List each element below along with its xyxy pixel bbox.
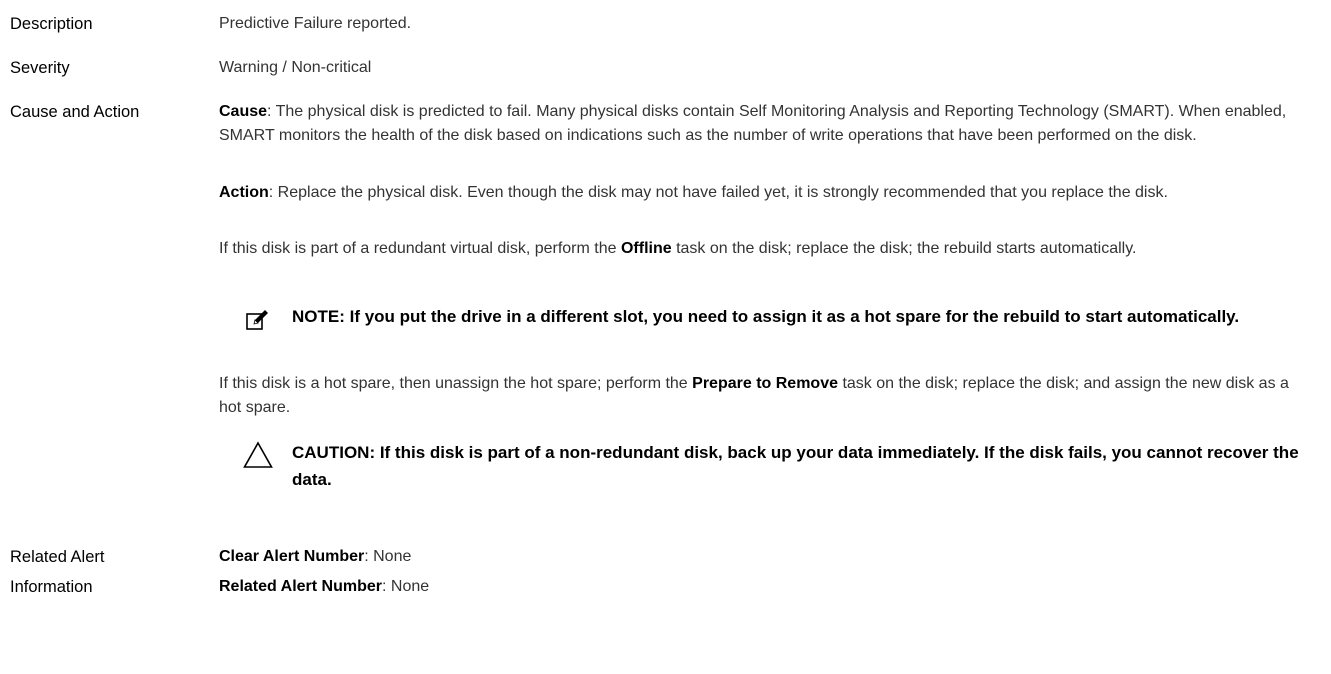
offline-term: Offline bbox=[620, 240, 672, 257]
redundant-pre: If this disk is part of a redundant virt… bbox=[219, 240, 621, 257]
clear-alert-line: Clear Alert Number: None bbox=[219, 545, 1319, 569]
redundant-post: task on the disk; replace the disk; the … bbox=[671, 240, 1137, 257]
description-value: Predictive Failure reported. bbox=[219, 15, 412, 32]
severity-value: Warning / Non-critical bbox=[219, 59, 372, 76]
cause-term: Cause bbox=[219, 103, 268, 120]
cause-text: : The physical disk is predicted to fail… bbox=[219, 103, 1287, 144]
action-term: Action bbox=[219, 184, 269, 201]
hotspare-pre: If this disk is a hot spare, then unassi… bbox=[219, 375, 693, 392]
related-label-line2: Information bbox=[10, 578, 93, 596]
clear-alert-term: Clear Alert Number bbox=[219, 548, 365, 565]
prepare-to-remove-term: Prepare to Remove bbox=[692, 375, 838, 392]
related-alert-term: Related Alert Number bbox=[219, 578, 382, 595]
related-alert-value: : None bbox=[382, 578, 430, 595]
description-label: Description bbox=[10, 15, 93, 33]
redundant-paragraph: If this disk is part of a redundant virt… bbox=[219, 237, 1314, 261]
action-text: : Replace the physical disk. Even though… bbox=[268, 184, 1168, 201]
note-text: NOTE: If you put the drive in a differen… bbox=[292, 307, 1240, 326]
pencil-note-icon bbox=[246, 309, 268, 336]
cause-action-label: Cause and Action bbox=[10, 103, 140, 121]
related-label-line1: Related Alert bbox=[10, 548, 105, 566]
hotspare-paragraph: If this disk is a hot spare, then unassi… bbox=[219, 372, 1314, 420]
action-paragraph: Action: Replace the physical disk. Even … bbox=[219, 181, 1314, 205]
cause-paragraph: Cause: The physical disk is predicted to… bbox=[219, 100, 1314, 148]
caution-text: CAUTION: If this disk is part of a non-r… bbox=[292, 443, 1299, 489]
severity-label: Severity bbox=[10, 59, 70, 77]
related-alert-line: Related Alert Number: None bbox=[219, 575, 1319, 599]
clear-alert-value: : None bbox=[364, 548, 412, 565]
warning-triangle-icon bbox=[243, 441, 273, 474]
